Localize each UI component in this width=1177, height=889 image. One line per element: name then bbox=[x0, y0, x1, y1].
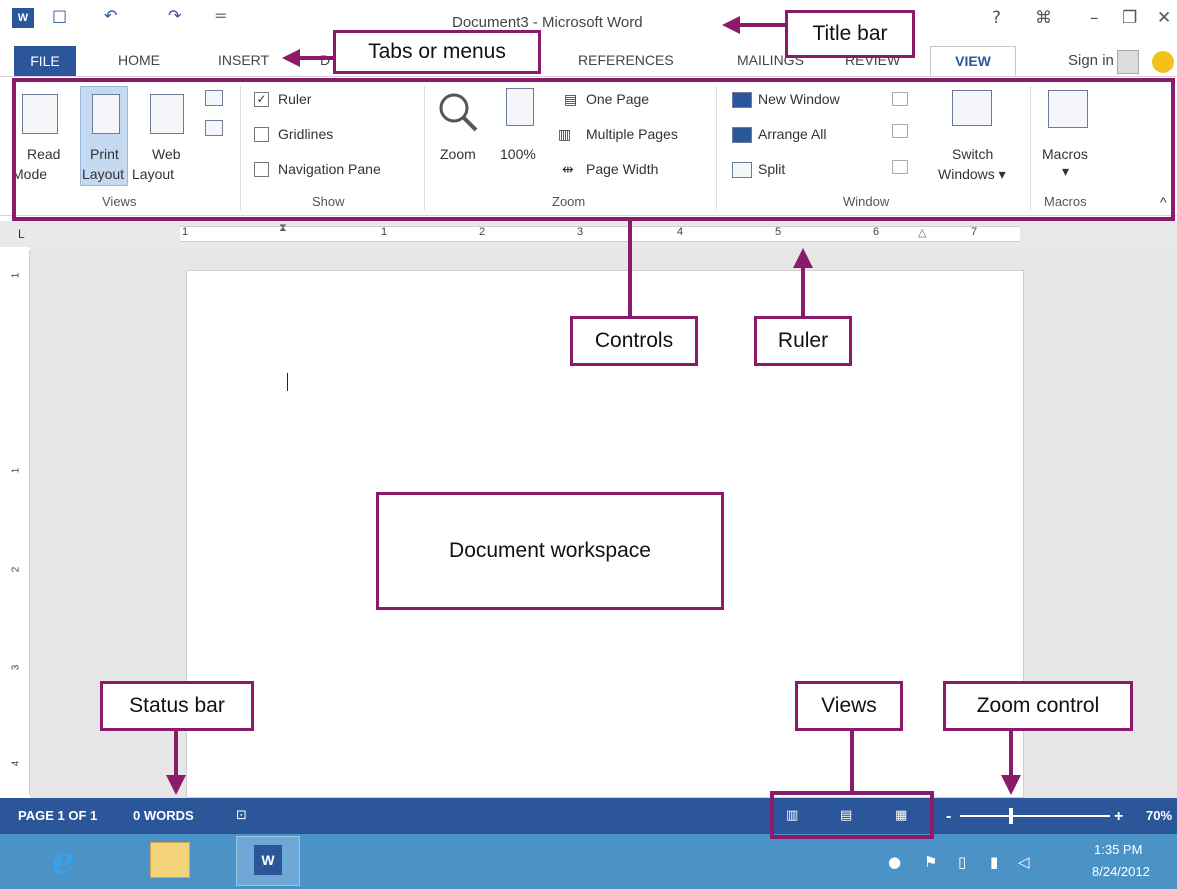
minimize-icon[interactable]: – bbox=[1090, 8, 1099, 28]
save-icon[interactable]: □ bbox=[52, 6, 67, 25]
vruler-mark: 3 bbox=[10, 664, 22, 671]
callout-ruler: Ruler bbox=[754, 316, 852, 366]
ruler-mark: 6 bbox=[873, 226, 880, 238]
internet-explorer-icon[interactable]: e bbox=[52, 840, 75, 882]
text-cursor bbox=[287, 373, 288, 391]
zoom-level[interactable]: 70% bbox=[1146, 808, 1172, 823]
tab-references[interactable]: REFERENCES bbox=[578, 52, 674, 68]
network-status-icon[interactable]: ● bbox=[888, 853, 901, 871]
callout-document-workspace: Document workspace bbox=[376, 492, 724, 610]
help-icon[interactable]: ? bbox=[992, 8, 1001, 28]
word-app-icon[interactable]: W bbox=[12, 8, 34, 28]
callout-arrow bbox=[793, 248, 813, 268]
vruler-mark: 2 bbox=[10, 566, 22, 573]
right-indent-marker-icon[interactable]: △ bbox=[918, 226, 926, 239]
account-icon[interactable] bbox=[1117, 50, 1139, 74]
close-icon[interactable]: ✕ bbox=[1157, 8, 1171, 28]
callout-tabs-or-menus: Tabs or menus bbox=[333, 30, 541, 74]
callout-arrow bbox=[722, 16, 740, 34]
callout-connector bbox=[1009, 731, 1013, 777]
callout-zoom-control: Zoom control bbox=[943, 681, 1133, 731]
callout-status-bar: Status bar bbox=[100, 681, 254, 731]
maximize-icon[interactable]: ❐ bbox=[1122, 8, 1137, 28]
tab-insert[interactable]: INSERT bbox=[218, 52, 269, 68]
callout-arrow bbox=[282, 49, 300, 67]
device-icon[interactable]: ▯ bbox=[958, 853, 966, 871]
volume-icon[interactable]: ◁ bbox=[1018, 853, 1030, 871]
ribbon-highlight-frame bbox=[12, 78, 1175, 221]
smiley-feedback-icon[interactable] bbox=[1152, 51, 1174, 73]
vruler-mark: 1 bbox=[10, 272, 22, 279]
customize-qat-icon[interactable]: = bbox=[214, 6, 227, 25]
ruler-mark: 4 bbox=[677, 226, 684, 238]
word-count[interactable]: 0 WORDS bbox=[133, 808, 194, 823]
signal-icon[interactable]: ▮ bbox=[990, 853, 998, 871]
zoom-in-button[interactable]: + bbox=[1114, 808, 1123, 826]
ribbon-display-options-icon[interactable]: ⌘ bbox=[1035, 8, 1052, 28]
horizontal-ruler[interactable] bbox=[180, 226, 1020, 242]
ruler-mark: 1 bbox=[182, 226, 189, 238]
file-explorer-icon[interactable] bbox=[150, 842, 190, 878]
views-highlight-frame bbox=[770, 791, 934, 839]
tab-design[interactable]: D bbox=[320, 52, 330, 68]
zoom-slider-thumb[interactable] bbox=[1009, 808, 1013, 824]
ruler-mark: 5 bbox=[775, 226, 782, 238]
callout-connector bbox=[298, 56, 334, 60]
undo-icon[interactable]: ↶ bbox=[104, 6, 117, 25]
vruler-mark: 4 bbox=[10, 760, 22, 767]
document-title: Document3 - Microsoft Word bbox=[452, 14, 643, 31]
page-count[interactable]: PAGE 1 OF 1 bbox=[18, 808, 97, 823]
zoom-out-button[interactable]: - bbox=[946, 808, 951, 826]
zoom-slider-track[interactable] bbox=[960, 815, 1110, 817]
tab-file[interactable]: FILE bbox=[14, 46, 76, 76]
callout-controls: Controls bbox=[570, 316, 698, 366]
tab-view[interactable]: VIEW bbox=[930, 46, 1016, 76]
proofing-icon[interactable]: ⊡ bbox=[236, 808, 247, 823]
clock-time[interactable]: 1:35 PM bbox=[1094, 842, 1142, 857]
callout-views: Views bbox=[795, 681, 903, 731]
sign-in-link[interactable]: Sign in bbox=[1068, 52, 1114, 69]
callout-connector bbox=[174, 731, 178, 777]
callout-title-bar: Title bar bbox=[785, 10, 915, 58]
ruler-mark: 1 bbox=[381, 226, 388, 238]
tab-home[interactable]: HOME bbox=[118, 52, 160, 68]
callout-connector bbox=[850, 731, 854, 791]
callout-connector bbox=[738, 23, 786, 27]
callout-arrow bbox=[1001, 775, 1021, 795]
word-taskbar-icon: W bbox=[254, 845, 282, 875]
redo-icon[interactable]: ↷ bbox=[168, 6, 181, 25]
clock-date[interactable]: 8/24/2012 bbox=[1092, 864, 1150, 879]
callout-arrow bbox=[166, 775, 186, 795]
left-indent-marker-icon[interactable]: ⧗ bbox=[279, 222, 287, 235]
ruler-mark: 2 bbox=[479, 226, 486, 238]
ruler-mark: 7 bbox=[971, 226, 978, 238]
action-center-flag-icon[interactable]: ⚑ bbox=[924, 853, 937, 871]
tab-selector[interactable]: L bbox=[18, 227, 25, 241]
vertical-ruler[interactable] bbox=[10, 250, 30, 795]
vruler-mark: 1 bbox=[10, 467, 22, 474]
ruler-mark: 3 bbox=[577, 226, 584, 238]
callout-connector bbox=[628, 221, 632, 316]
callout-connector bbox=[801, 266, 805, 318]
